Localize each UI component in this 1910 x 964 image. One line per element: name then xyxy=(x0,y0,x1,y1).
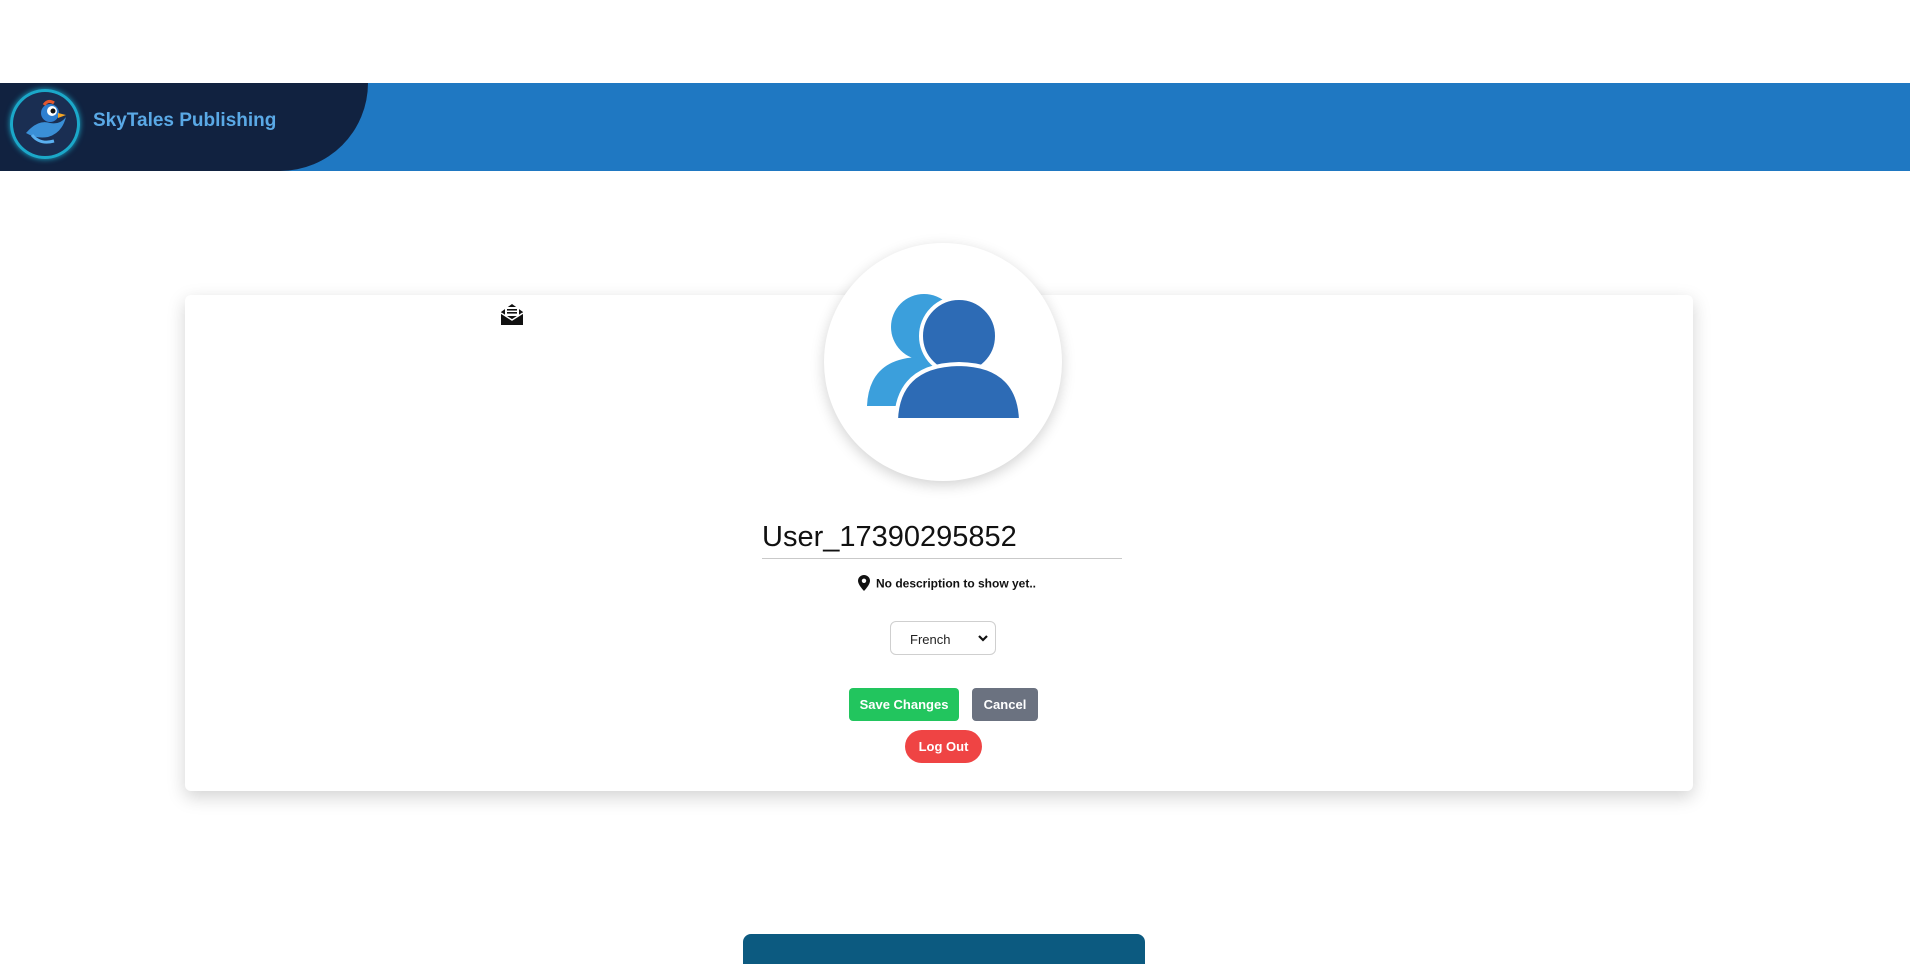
language-selected: French xyxy=(910,632,951,647)
description-text[interactable]: No description to show yet.. xyxy=(876,577,1036,591)
brand-panel: SkyTales Publishing xyxy=(0,83,368,171)
save-button[interactable]: Save Changes xyxy=(849,688,959,721)
top-header: SkyTales Publishing xyxy=(0,83,1910,171)
brand-name[interactable]: SkyTales Publishing xyxy=(93,110,276,132)
avatar[interactable] xyxy=(824,243,1062,481)
profile-description: No description to show yet.. xyxy=(858,575,1036,594)
language-select[interactable]: French xyxy=(890,621,996,655)
chevron-down-icon xyxy=(977,631,989,648)
logout-button[interactable]: Log Out xyxy=(905,730,982,763)
bottom-nav-bar xyxy=(743,934,1145,964)
username-field[interactable]: User_17390295852 xyxy=(762,521,1122,559)
users-icon xyxy=(867,294,1034,439)
map-pin-icon xyxy=(858,575,870,594)
mail-open-icon[interactable] xyxy=(498,300,526,328)
bird-logo-icon[interactable] xyxy=(10,89,80,159)
cancel-button[interactable]: Cancel xyxy=(972,688,1038,721)
